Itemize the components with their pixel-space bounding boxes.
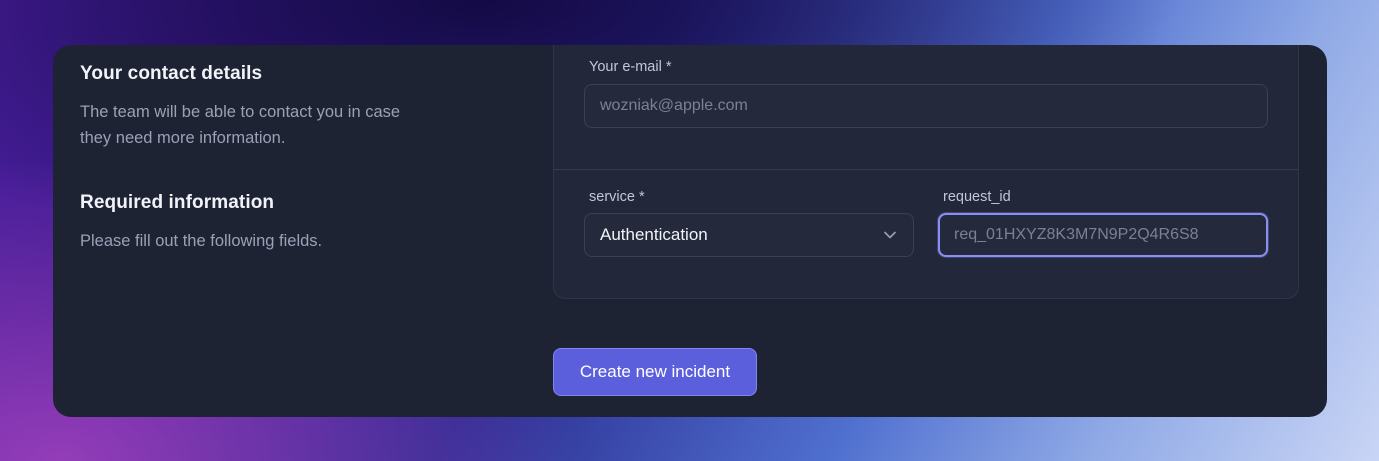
contact-details-description-line1: The team will be able to contact you in … [80, 103, 401, 121]
incident-form-card: Your contact details The team will be ab… [53, 45, 1327, 417]
service-select[interactable]: Authentication [584, 213, 914, 257]
contact-details-title: Your contact details [80, 63, 263, 84]
email-label: Your e-mail * [589, 59, 672, 75]
request-id-label: request_id [943, 189, 1011, 205]
create-incident-button[interactable]: Create new incident [553, 348, 757, 396]
section-divider [554, 169, 1298, 170]
service-selected-value: Authentication [600, 225, 708, 244]
contact-details-section: Your contact details The team will be ab… [80, 63, 480, 151]
email-field[interactable]: wozniak@apple.com [584, 84, 1268, 128]
contact-details-description: The team will be able to contact you in … [80, 99, 480, 151]
request-id-input[interactable]: req_01HXYZ8K3M7N9P2Q4R6S8 [938, 213, 1268, 257]
service-label: service * [589, 189, 645, 205]
required-info-description: Please fill out the following fields. [80, 232, 323, 250]
required-info-title: Required information [80, 192, 275, 213]
required-info-section: Required information Please fill out the… [80, 192, 480, 254]
chevron-down-icon [882, 227, 898, 243]
contact-details-description-line2: they need more information. [80, 129, 286, 147]
form-fields-panel: Your e-mail * wozniak@apple.com service … [553, 45, 1299, 299]
